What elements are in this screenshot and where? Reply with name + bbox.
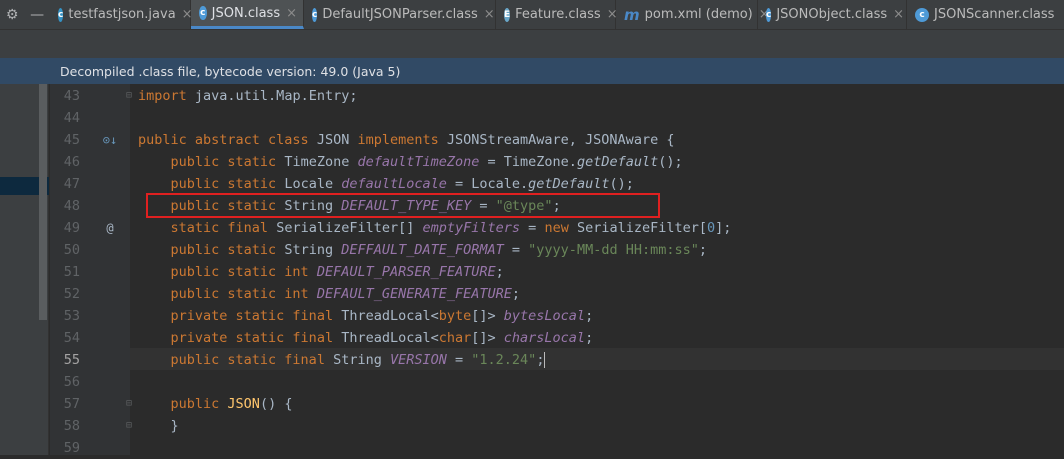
code-text: private static final ThreadLocal<byte[]>… [170, 308, 594, 324]
line-number: 49 [63, 220, 80, 236]
line-number: 46 [63, 154, 80, 170]
maven-icon: m [624, 5, 640, 24]
class-file-icon: c [766, 7, 772, 22]
code-line: 52 public static int DEFAULT_GENERATE_FE… [0, 283, 1064, 305]
minimize-icon[interactable]: — [30, 7, 44, 23]
tab-label: JSONObject.class [776, 7, 888, 22]
annotation-marker-icon[interactable]: @ [100, 217, 120, 239]
tab-label: DefaultJSONParser.class [322, 7, 478, 22]
line-number: 48 [63, 198, 80, 214]
close-icon[interactable]: × [893, 7, 904, 22]
class-file-icon: c [312, 7, 318, 22]
java-class-icon: c [58, 7, 64, 22]
text-cursor [544, 352, 546, 368]
code-text: public static String DEFFAULT_DATE_FORMA… [170, 242, 707, 258]
line-number: 53 [63, 308, 80, 324]
code-text: public static int DEFAULT_GENERATE_FEATU… [170, 286, 521, 302]
code-line: 45 ⊙↓ public abstract class JSON impleme… [0, 129, 1064, 151]
fold-marker-icon[interactable]: ⊟ [126, 393, 134, 415]
enum-file-icon: E [504, 7, 511, 22]
code-line-current: 55 public static final String VERSION = … [0, 349, 1064, 371]
class-file-icon: c [915, 7, 929, 22]
line-number: 51 [63, 264, 80, 280]
tool-area: ⚙ — [0, 0, 50, 29]
code-line: 49 @ static final SerializeFilter[] empt… [0, 217, 1064, 239]
tab-label: testfastjson.java [68, 7, 176, 22]
code-text: import java.util.Map.Entry; [138, 88, 358, 104]
tab-jsonobject-class[interactable]: c JSONObject.class × [758, 0, 907, 29]
code-text: public static Locale defaultLocale = Loc… [170, 176, 634, 192]
banner-text: Decompiled .class file, bytecode version… [60, 63, 401, 79]
tab-label: JSONScanner.class [934, 7, 1055, 22]
code-line: 51 public static int DEFAULT_PARSER_FEAT… [0, 261, 1064, 283]
tab-jsonscanner-class[interactable]: c JSONScanner.class [907, 0, 1064, 29]
line-number: 45 [63, 132, 80, 148]
tab-json-class[interactable]: c JSON.class × [191, 0, 304, 29]
tab-testfastjson[interactable]: c testfastjson.java × [50, 0, 193, 29]
editor-subbar [0, 30, 1064, 58]
close-icon[interactable]: × [286, 6, 297, 21]
tab-label: Feature.class [515, 7, 601, 22]
fold-marker-icon[interactable]: ⊟ [126, 85, 134, 107]
code-line: 59 [0, 437, 1064, 459]
code-text: public JSON() { [170, 396, 293, 412]
fold-marker-icon[interactable]: ⊟ [126, 415, 134, 437]
code-line: 46 public static TimeZone defaultTimeZon… [0, 151, 1064, 173]
code-text: } [170, 418, 179, 434]
tab-label: pom.xml (demo) [644, 7, 753, 22]
code-line: 44 [0, 107, 1064, 129]
implementation-marker-icon[interactable]: ⊙↓ [100, 129, 120, 151]
line-number: 43 [63, 88, 80, 104]
code-line: 57 ⊟ public JSON() { [0, 393, 1064, 415]
editor-tab-bar: ⚙ — c testfastjson.java × c JSON.class ×… [0, 0, 1064, 30]
line-number: 56 [63, 374, 80, 390]
line-number: 57 [63, 396, 80, 412]
code-line: 54 private static final ThreadLocal<char… [0, 327, 1064, 349]
close-icon[interactable]: × [484, 7, 495, 22]
code-text: public static final String VERSION = "1.… [170, 352, 546, 368]
tab-label: JSON.class [211, 5, 281, 21]
code-text: private static final ThreadLocal<char[]>… [170, 330, 594, 346]
code-line: 53 private static final ThreadLocal<byte… [0, 305, 1064, 327]
code-text: static final SerializeFilter[] emptyFilt… [170, 220, 732, 236]
code-line: 56 [0, 371, 1064, 393]
line-number: 50 [63, 242, 80, 258]
line-number: 55 [63, 352, 80, 368]
code-line: 58 ⊟ } [0, 415, 1064, 437]
red-highlight-annotation [146, 193, 660, 218]
line-number: 59 [63, 440, 80, 456]
line-number: 58 [63, 418, 80, 434]
class-file-icon: c [199, 6, 207, 20]
code-text: public static int DEFAULT_PARSER_FEATURE… [170, 264, 504, 280]
gear-icon[interactable]: ⚙ [6, 7, 19, 23]
code-line: 47 public static Locale defaultLocale = … [0, 173, 1064, 195]
tab-defaultjsonparser[interactable]: c DefaultJSONParser.class × [304, 0, 496, 29]
code-line: 43 ⊟ import java.util.Map.Entry; [0, 85, 1064, 107]
code-text: public static TimeZone defaultTimeZone =… [170, 154, 683, 170]
line-number: 52 [63, 286, 80, 302]
code-line: 50 public static String DEFFAULT_DATE_FO… [0, 239, 1064, 261]
line-number: 47 [63, 176, 80, 192]
line-number: 44 [63, 110, 80, 126]
decompiled-banner: Decompiled .class file, bytecode version… [0, 58, 1064, 84]
line-number: 54 [63, 330, 80, 346]
tab-pom-xml[interactable]: m pom.xml (demo) × [616, 0, 770, 29]
tab-feature-class[interactable]: E Feature.class × [496, 0, 618, 29]
code-text: public abstract class JSON implements JS… [138, 132, 675, 148]
